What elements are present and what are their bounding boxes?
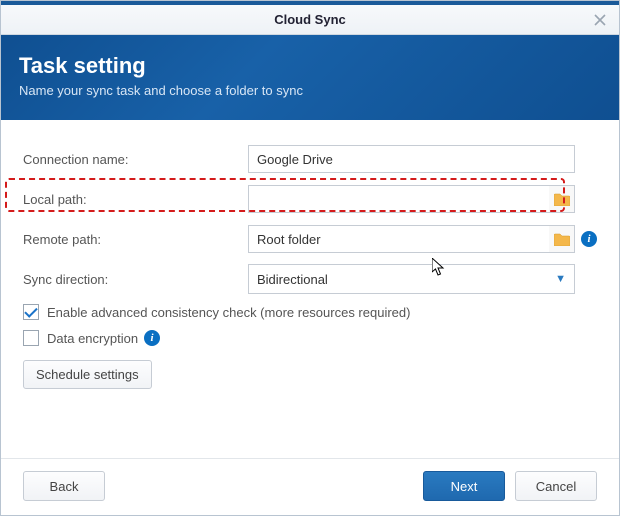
sync-direction-select[interactable]: Bidirectional ▼ xyxy=(248,264,575,294)
local-path-browse-button[interactable] xyxy=(549,185,575,213)
remote-path-browse-button[interactable] xyxy=(549,225,575,253)
row-remote-path: Remote path: i xyxy=(23,224,597,254)
row-local-path: Local path: xyxy=(23,184,597,214)
row-sync-direction: Sync direction: Bidirectional ▼ xyxy=(23,264,597,294)
remote-path-info-icon[interactable]: i xyxy=(581,231,597,247)
data-encryption-info-icon[interactable]: i xyxy=(144,330,160,346)
sync-direction-value: Bidirectional xyxy=(257,272,328,287)
page-title: Task setting xyxy=(19,53,601,79)
remote-path-label: Remote path: xyxy=(23,232,248,247)
remote-path-input[interactable] xyxy=(248,225,549,253)
data-encryption-label: Data encryption xyxy=(47,331,138,346)
header-banner: Task setting Name your sync task and cho… xyxy=(1,35,619,120)
advanced-consistency-checkbox[interactable] xyxy=(23,304,39,320)
titlebar: Cloud Sync xyxy=(1,1,619,35)
local-path-input[interactable] xyxy=(248,185,549,213)
connection-name-label: Connection name: xyxy=(23,152,248,167)
data-encryption-checkbox[interactable] xyxy=(23,330,39,346)
form-body: Connection name: Local path: Remote path… xyxy=(1,120,619,458)
sync-direction-label: Sync direction: xyxy=(23,272,248,287)
local-path-label: Local path: xyxy=(23,192,248,207)
window-title: Cloud Sync xyxy=(274,12,346,27)
cloud-sync-dialog: Cloud Sync Task setting Name your sync t… xyxy=(0,0,620,516)
connection-name-input[interactable] xyxy=(248,145,575,173)
chevron-down-icon: ▼ xyxy=(555,273,566,285)
advanced-consistency-label: Enable advanced consistency check (more … xyxy=(47,305,410,320)
row-data-encryption: Data encryption i xyxy=(23,330,597,346)
back-button[interactable]: Back xyxy=(23,471,105,501)
row-connection-name: Connection name: xyxy=(23,144,597,174)
next-button[interactable]: Next xyxy=(423,471,505,501)
schedule-settings-button[interactable]: Schedule settings xyxy=(23,360,152,389)
row-advanced-consistency: Enable advanced consistency check (more … xyxy=(23,304,597,320)
cancel-button[interactable]: Cancel xyxy=(515,471,597,501)
folder-icon xyxy=(554,233,570,246)
folder-icon xyxy=(554,193,570,206)
page-subtitle: Name your sync task and choose a folder … xyxy=(19,83,601,98)
close-icon[interactable] xyxy=(591,11,609,29)
footer: Back Next Cancel xyxy=(1,458,619,515)
